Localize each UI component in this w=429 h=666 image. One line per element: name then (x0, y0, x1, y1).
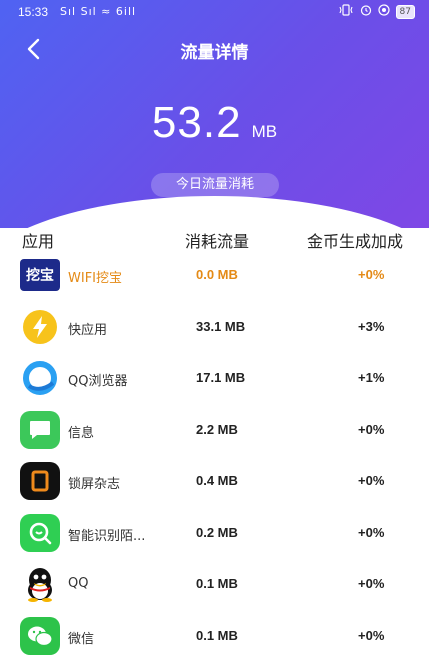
app-name: 微信 (68, 631, 95, 647)
app-name: 锁屏杂志 (68, 477, 121, 492)
table-row[interactable]: 挖宝 WIFI挖宝 0.0 MB +0% (0, 248, 429, 300)
app-bonus: +0% (358, 473, 385, 488)
header-curve (0, 196, 429, 228)
app-name: 快应用 (68, 322, 108, 338)
status-right-icons: 87 (338, 4, 415, 19)
app-usage-list: 挖宝 WIFI挖宝 0.0 MB +0% 快应用 33.1 MB +3% QQ浏… (0, 248, 429, 660)
app-name: QQ (68, 576, 89, 591)
messages-icon (20, 410, 60, 449)
total-usage-value: 53.2 (151, 98, 242, 147)
lockscreen-magazine-icon (20, 462, 60, 500)
table-row[interactable]: 智能识别陌... 0.2 MB +0% (0, 506, 429, 558)
app-usage: 0.1 MB (196, 576, 238, 591)
qq-browser-icon (20, 359, 60, 397)
app-bonus: +0% (358, 421, 385, 437)
app-usage: 2.2 MB (196, 421, 238, 437)
table-row[interactable]: QQ浏览器 17.1 MB +1% (0, 351, 429, 403)
total-usage: 53.2 MB (0, 98, 429, 148)
wifi-wabao-icon: 挖宝 (20, 259, 60, 291)
app-bonus: +0% (358, 627, 385, 643)
qq-penguin-icon (20, 565, 60, 603)
app-usage: 0.1 MB (196, 627, 238, 643)
wechat-icon (20, 616, 60, 655)
table-row[interactable]: 锁屏杂志 0.4 MB +0% (0, 454, 429, 506)
table-row[interactable]: 快应用 33.1 MB +3% (0, 300, 429, 352)
app-bonus: +0% (358, 524, 385, 540)
battery-indicator: 87 (395, 4, 415, 19)
app-name: 信息 (68, 425, 95, 441)
status-bar: 15:33 Sıl Sıl ≈ 6ill 87 (0, 0, 429, 26)
app-bonus: +1% (358, 370, 385, 385)
table-row[interactable]: 微信 0.1 MB +0% (0, 609, 429, 661)
app-bonus: +3% (358, 318, 385, 334)
app-usage: 0.0 MB (196, 267, 238, 282)
page-title: 流量详情 (180, 43, 249, 63)
signal-icons: Sıl Sıl ≈ 6ill (60, 5, 137, 18)
app-usage: 0.2 MB (196, 524, 238, 540)
smart-recognition-icon (20, 513, 60, 552)
table-row[interactable]: QQ 0.1 MB +0% (0, 557, 429, 609)
alarm-icon (360, 4, 372, 19)
app-usage: 33.1 MB (196, 318, 246, 334)
header-banner: 15:33 Sıl Sıl ≈ 6ill 87 流量详情 53.2 MB 今日流量… (0, 0, 429, 228)
app-bonus: +0% (358, 267, 385, 282)
today-usage-label: 今日流量消耗 (151, 173, 279, 197)
table-row[interactable]: 信息 2.2 MB +0% (0, 403, 429, 455)
face-icon (377, 4, 390, 19)
app-name: QQ浏览器 (68, 374, 128, 389)
app-usage: 0.4 MB (196, 473, 238, 488)
total-usage-unit: MB (251, 122, 278, 141)
app-name: WIFI挖宝 (68, 271, 122, 286)
app-name: 智能识别陌... (68, 528, 146, 544)
app-bonus: +0% (358, 576, 385, 591)
app-usage: 17.1 MB (196, 370, 246, 385)
status-time: 15:33 (18, 5, 49, 19)
quick-app-icon (20, 307, 60, 346)
vibrate-icon (338, 4, 354, 19)
